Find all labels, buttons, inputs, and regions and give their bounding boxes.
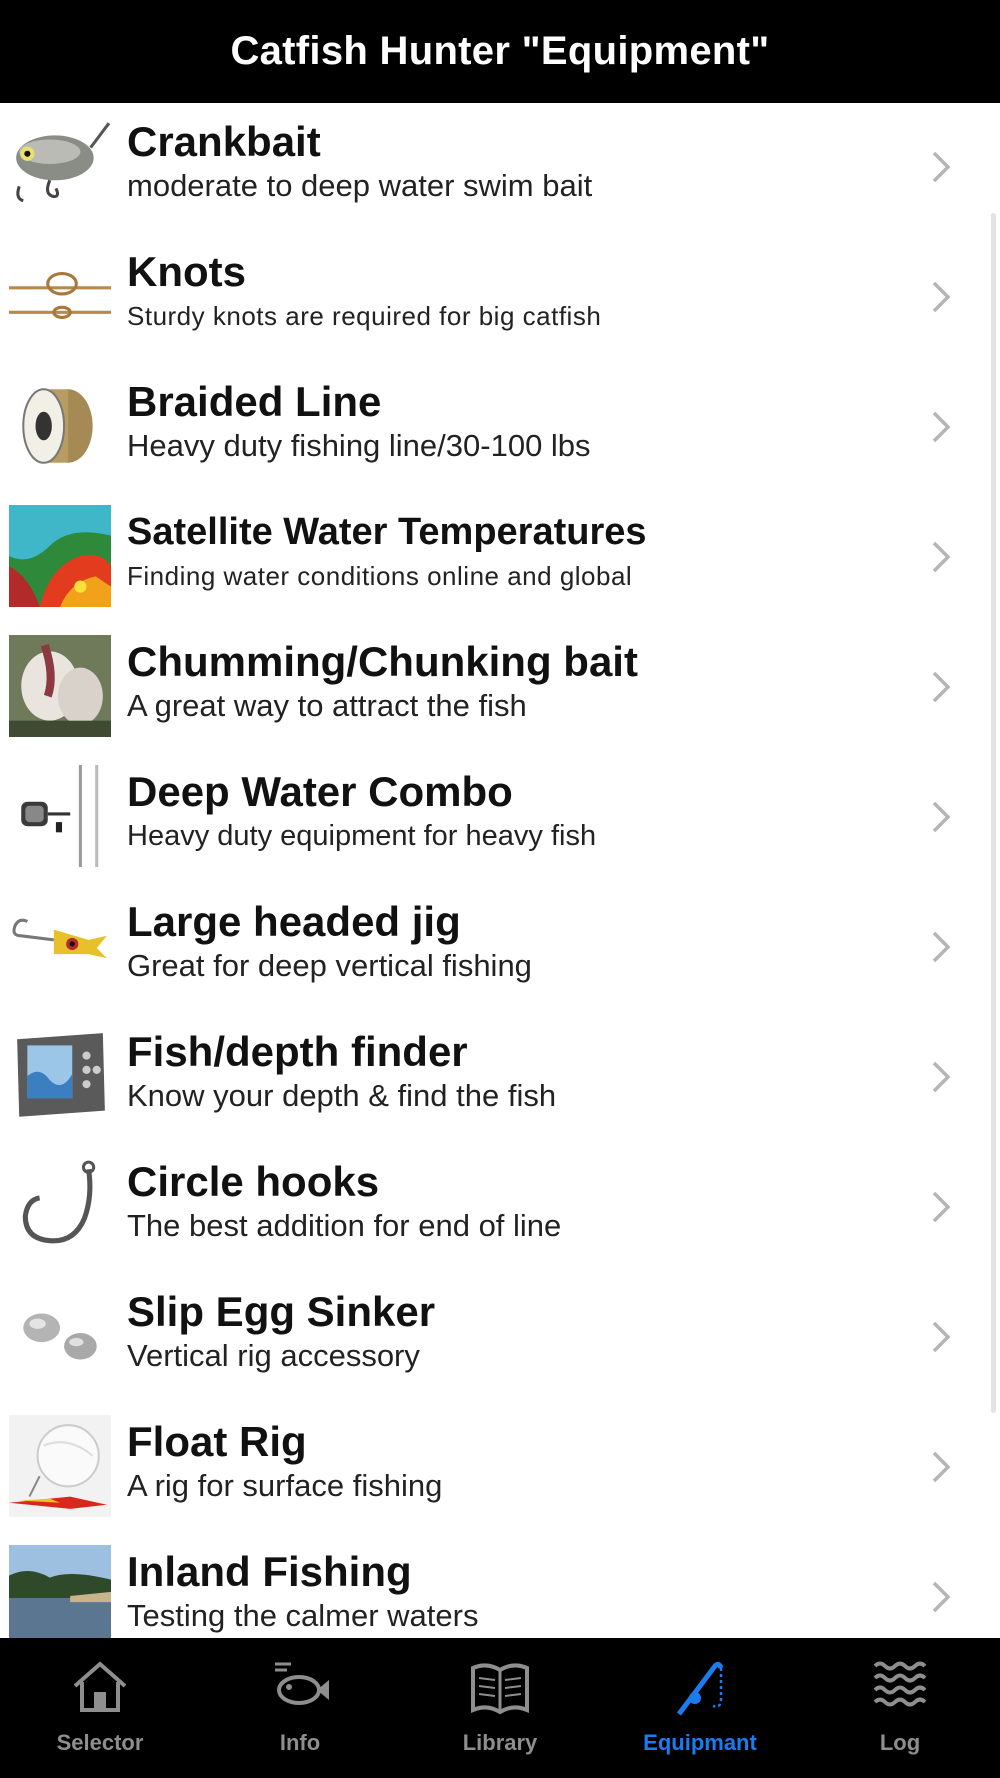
list-item-braided-line[interactable]: Braided Line Heavy duty fishing line/30-… [0,363,1000,493]
page-title: Catfish Hunter "Equipment" [230,29,770,73]
chevron-right-icon [930,1319,954,1355]
chevron-right-icon [930,279,954,315]
line-spool-icon [9,375,111,477]
tab-equipment[interactable]: Equipmant [600,1638,800,1778]
list-item-inland-fishing[interactable]: Inland Fishing Testing the calmer waters [0,1533,1000,1638]
chevron-right-icon [930,409,954,445]
nav-header: Catfish Hunter "Equipment" [0,0,1000,103]
list-item-deep-water-combo[interactable]: Deep Water Combo Heavy duty equipment fo… [0,753,1000,883]
item-title: Knots [127,248,246,295]
home-icon [73,1661,127,1712]
tab-label: Info [279,1730,321,1755]
tab-log[interactable]: Log [800,1638,1000,1778]
float-rig-icon [9,1415,111,1517]
tab-label: Equipmant [643,1730,757,1755]
egg-sinker-icon [9,1285,111,1387]
list-item-float-rig[interactable]: Float Rig A rig for surface fishing [0,1403,1000,1533]
fish-icon [275,1662,329,1705]
item-subtitle: Sturdy knots are required for big catfis… [127,301,602,331]
list-item-satellite-water-temperatures[interactable]: Satellite Water Temperatures Finding wat… [0,493,1000,623]
list-item-large-headed-jig[interactable]: Large headed jig Great for deep vertical… [0,883,1000,1013]
item-title: Crankbait [127,118,321,165]
item-title: Fish/depth finder [127,1028,468,1075]
item-subtitle: A great way to attract the fish [127,688,527,723]
equipment-list[interactable]: Crankbait moderate to deep water swim ba… [0,103,1000,1638]
circle-hook-icon [9,1155,111,1257]
list-item-circle-hooks[interactable]: Circle hooks The best addition for end o… [0,1143,1000,1273]
item-subtitle: Testing the calmer waters [127,1598,479,1633]
item-subtitle: The best addition for end of line [127,1208,562,1243]
list-item-slip-egg-sinker[interactable]: Slip Egg Sinker Vertical rig accessory [0,1273,1000,1403]
waves-icon [873,1661,927,1707]
tab-label: Library [462,1730,538,1755]
chevron-right-icon [930,1189,954,1225]
lake-photo-icon [9,1545,111,1638]
chevron-right-icon [930,539,954,575]
tab-bar: Selector Info Library Equipmant Log [0,1638,1000,1778]
crankbait-lure-icon [9,115,111,217]
item-subtitle: Great for deep vertical fishing [127,948,532,983]
item-subtitle: Know your depth & find the fish [127,1078,557,1113]
tab-library[interactable]: Library [400,1638,600,1778]
fishing-rod-icon [677,1661,724,1716]
jig-head-icon [9,895,111,997]
item-subtitle: Heavy duty equipment for heavy fish [127,820,597,852]
tab-label: Log [879,1730,921,1755]
item-title: Circle hooks [127,1158,380,1205]
item-title: Float Rig [127,1418,307,1465]
chevron-right-icon [930,1059,954,1095]
scrollbar[interactable] [991,213,996,1413]
item-title: Braided Line [127,378,382,425]
list-item-chumming-bait[interactable]: Chumming/Chunking bait A great way to at… [0,623,1000,753]
item-title: Slip Egg Sinker [127,1288,436,1335]
bait-chunks-icon [9,635,111,737]
list-item-knots[interactable]: Knots Sturdy knots are required for big … [0,233,1000,363]
book-icon [471,1663,529,1715]
depth-finder-icon [9,1025,111,1127]
chevron-right-icon [930,799,954,835]
item-title: Deep Water Combo [127,768,513,815]
rod-reel-combo-icon [9,765,111,867]
tab-selector[interactable]: Selector [0,1638,200,1778]
chevron-right-icon [930,929,954,965]
item-subtitle: moderate to deep water swim bait [127,168,593,203]
item-subtitle: Heavy duty fishing line/30-100 lbs [127,428,591,463]
item-title: Large headed jig [127,898,461,945]
temperature-map-icon [9,505,111,607]
list-item-crankbait[interactable]: Crankbait moderate to deep water swim ba… [0,103,1000,233]
item-title: Inland Fishing [127,1548,412,1595]
knot-rope-icon [9,245,111,347]
chevron-right-icon [930,1579,954,1615]
list-item-fish-depth-finder[interactable]: Fish/depth finder Know your depth & find… [0,1013,1000,1143]
item-title: Chumming/Chunking bait [127,638,638,685]
item-subtitle: A rig for surface fishing [127,1468,443,1503]
item-subtitle: Finding water conditions online and glob… [127,561,633,591]
chevron-right-icon [930,669,954,705]
tab-info[interactable]: Info [200,1638,400,1778]
chevron-right-icon [930,1449,954,1485]
chevron-right-icon [930,149,954,185]
item-subtitle: Vertical rig accessory [127,1338,420,1373]
tab-label: Selector [56,1730,144,1755]
item-title: Satellite Water Temperatures [127,511,647,553]
